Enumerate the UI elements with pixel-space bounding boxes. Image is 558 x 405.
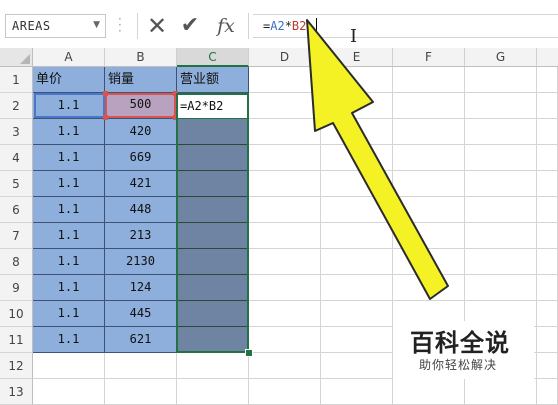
watermark-subtitle: 助你轻松解决	[419, 358, 498, 372]
arrow-shape	[306, 19, 449, 300]
watermark-title: 百科全说	[410, 329, 510, 357]
watermark-logo: 百科全说 助你轻松解决	[393, 321, 534, 379]
